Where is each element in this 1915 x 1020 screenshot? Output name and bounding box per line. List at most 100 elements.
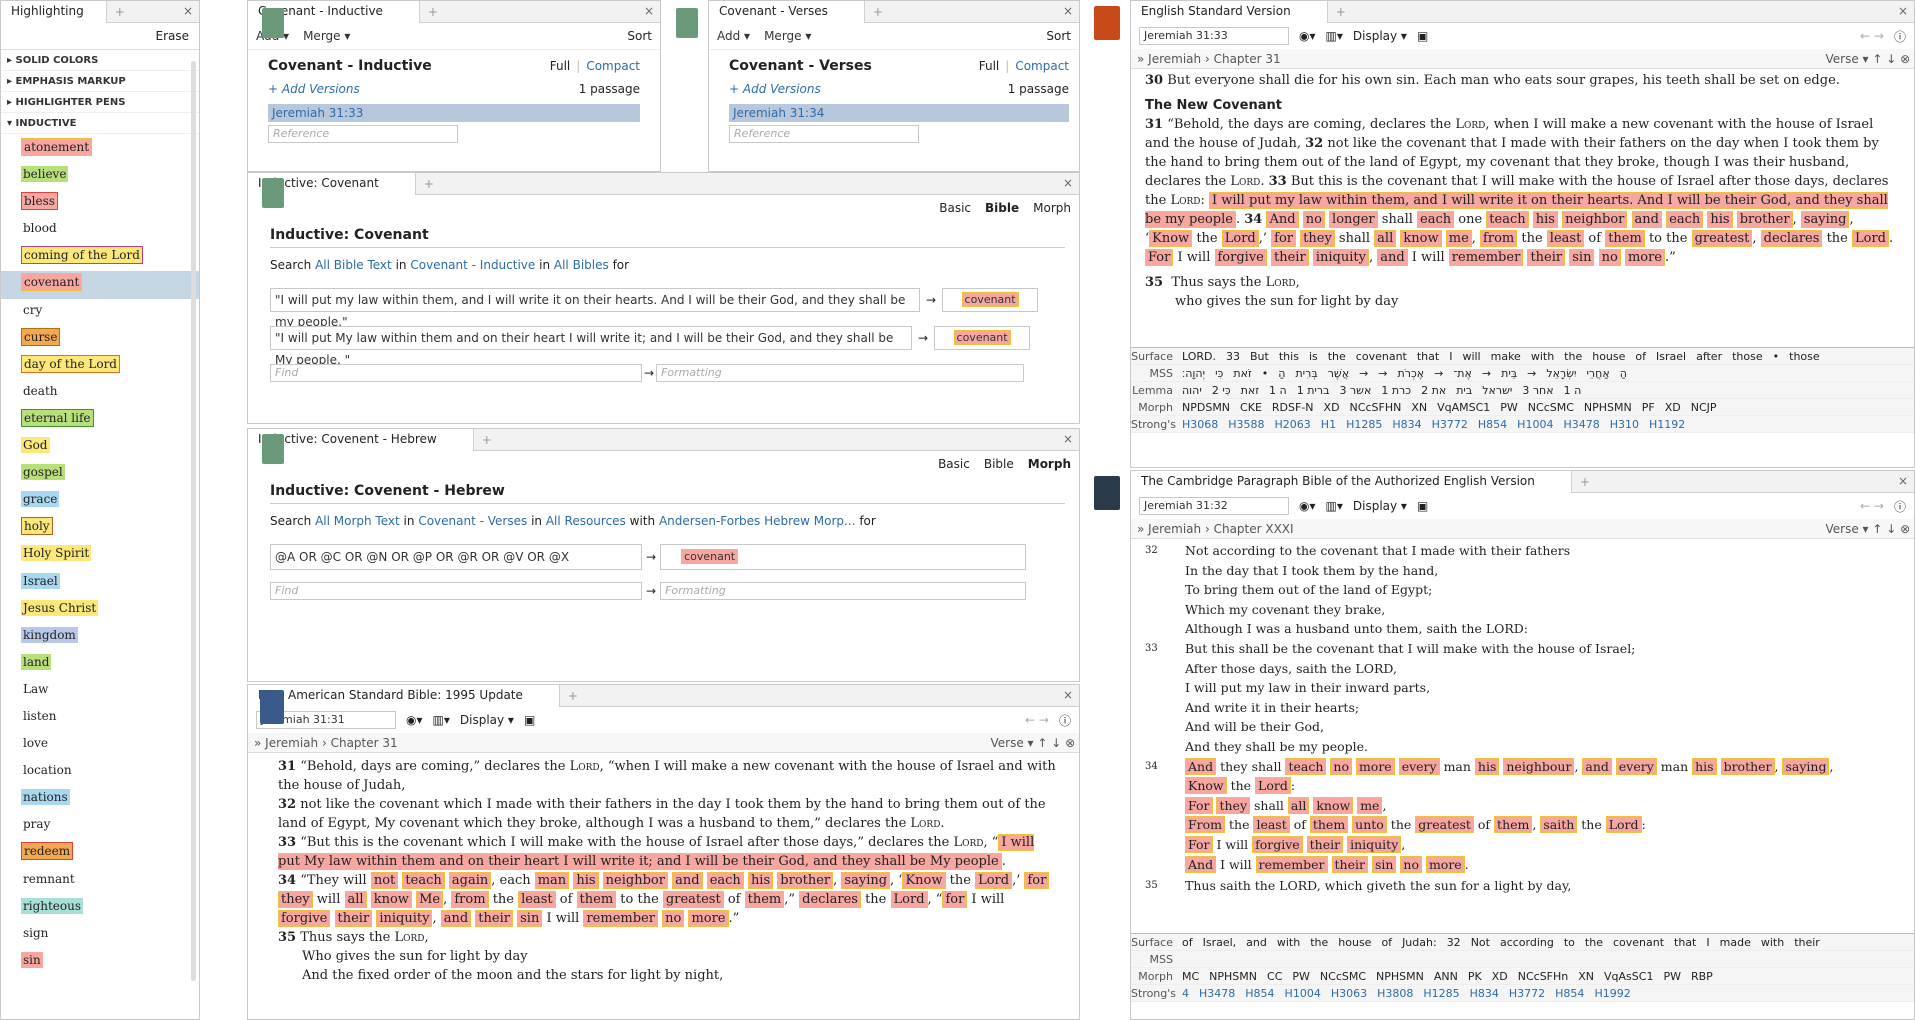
interlinear-cell[interactable]: זאת xyxy=(1236,384,1264,397)
query-input[interactable]: "I will put My law within them and on th… xyxy=(270,326,912,367)
interlinear-cell[interactable]: H3772 xyxy=(1427,418,1473,431)
interlinear-cell[interactable]: 4 xyxy=(1177,987,1194,1000)
interlinear-cell[interactable]: with xyxy=(1526,350,1559,363)
interlinear-cell[interactable]: Not xyxy=(1466,936,1495,949)
erase-button[interactable]: Erase xyxy=(1,23,199,49)
interlinear-cell[interactable]: house xyxy=(1587,350,1630,363)
interlinear-cell[interactable]: • xyxy=(1257,367,1274,380)
interlinear-cell[interactable]: Israel, xyxy=(1198,936,1242,949)
highlight-group[interactable]: ▸ SOLID COLORS xyxy=(1,50,199,71)
interlinear-cell[interactable]: CKE xyxy=(1235,401,1267,414)
highlight-style-item[interactable]: Jesus Christ xyxy=(1,597,199,624)
merge-menu[interactable]: Merge ▾ xyxy=(303,29,350,43)
highlight-style-item[interactable]: day of the Lord xyxy=(1,353,199,380)
highlight-style-item[interactable]: location xyxy=(1,759,199,786)
interlinear-cell[interactable]: הַ xyxy=(1273,367,1290,380)
interlinear-cell[interactable]: after xyxy=(1691,350,1727,363)
interlinear-cell[interactable]: house xyxy=(1333,936,1376,949)
interlinear-cell[interactable]: covenant xyxy=(1608,936,1669,949)
interlinear-cell[interactable]: NCcSMC xyxy=(1523,401,1579,414)
interlinear-cell[interactable]: H2063 xyxy=(1270,418,1316,431)
interlinear-cell[interactable]: H834 xyxy=(1465,987,1504,1000)
interlinear-cell[interactable]: → xyxy=(1522,367,1541,380)
interlinear-cell[interactable]: ה 1 xyxy=(1559,384,1587,397)
highlight-style-item[interactable]: curse xyxy=(1,326,199,353)
query-input[interactable]: "I will put my law within them, and I wi… xyxy=(270,288,920,329)
morph-tab[interactable]: Morph xyxy=(1028,457,1071,471)
highlight-group[interactable]: ▸ EMPHASIS MARKUP xyxy=(1,71,199,92)
interlinear-cell[interactable]: of xyxy=(1630,350,1651,363)
interlinear-cell[interactable]: PF xyxy=(1637,401,1660,414)
add-versions-link[interactable]: + Add Versions xyxy=(268,82,360,96)
verse-menu[interactable]: Verse ▾ ↑ ↓ ⊗ xyxy=(991,736,1080,750)
interlinear-cell[interactable]: H3772 xyxy=(1504,987,1550,1000)
interlinear-cell[interactable]: I xyxy=(1444,350,1457,363)
interlinear-cell[interactable]: H310 xyxy=(1605,418,1644,431)
interlinear-cell[interactable]: RDSF-N xyxy=(1267,401,1319,414)
interlinear-cell[interactable]: NPHSMN xyxy=(1579,401,1637,414)
interlinear-cell[interactable]: יִשְׂרָאֵל xyxy=(1541,367,1581,380)
interlinear-cell[interactable]: → xyxy=(1354,367,1373,380)
notes-icon[interactable]: ▣ xyxy=(1417,499,1428,513)
full-button[interactable]: Full xyxy=(979,59,1000,73)
interlinear-cell[interactable]: אֶכְרֹת xyxy=(1393,367,1430,380)
reference-box[interactable]: Jeremiah 31:33 xyxy=(1139,27,1289,45)
interlinear-cell[interactable]: this xyxy=(1274,350,1304,363)
interlinear-cell[interactable]: with xyxy=(1272,936,1305,949)
highlight-style-select[interactable]: covenant xyxy=(660,544,1027,570)
basic-tab[interactable]: Basic xyxy=(938,457,970,471)
interlinear-cell[interactable]: H854 xyxy=(1550,987,1589,1000)
interlinear-cell[interactable]: XD xyxy=(1319,401,1345,414)
highlight-style-select[interactable]: covenant xyxy=(934,326,1031,350)
tab-covenant-verses[interactable]: Covenant - Verses xyxy=(709,1,865,23)
interlinear-cell[interactable]: CC xyxy=(1262,970,1287,983)
verse-menu[interactable]: Verse ▾ ↑ ↓ ⊗ xyxy=(1826,522,1915,536)
interlinear-cell[interactable]: PW xyxy=(1287,970,1315,983)
interlinear-cell[interactable]: 32 xyxy=(1442,936,1466,949)
interlinear-cell[interactable]: that xyxy=(1412,350,1444,363)
interlinear-cell[interactable]: NCcSFHN xyxy=(1345,401,1407,414)
interlinear-cell[interactable]: XD xyxy=(1660,401,1686,414)
interlinear-cell[interactable]: אַחֲרֵי xyxy=(1581,367,1614,380)
highlight-style-item[interactable]: coming of the Lord xyxy=(1,244,199,271)
interlinear-cell[interactable]: VqAsSC1 xyxy=(1599,970,1658,983)
close-icon[interactable]: × xyxy=(1063,432,1073,446)
interlinear-cell[interactable]: LORD. xyxy=(1177,350,1221,363)
interlinear-cell[interactable]: is xyxy=(1304,350,1323,363)
bible-tab[interactable]: Bible xyxy=(984,457,1014,471)
cambridge-book-icon[interactable] xyxy=(1094,476,1120,510)
add-tab-icon[interactable]: + xyxy=(107,5,133,19)
interlinear-cell[interactable]: those xyxy=(1784,350,1825,363)
interlinear-cell[interactable]: H3063 xyxy=(1326,987,1372,1000)
notes-icon[interactable]: ▣ xyxy=(1417,29,1428,43)
formatting-select[interactable]: Formatting xyxy=(660,582,1027,600)
find-input[interactable]: Find xyxy=(270,364,642,382)
nasb-book-icon[interactable] xyxy=(260,690,284,724)
highlight-style-item[interactable]: Israel xyxy=(1,570,199,597)
highlight-style-item[interactable]: listen xyxy=(1,705,199,732)
interlinear-cell[interactable]: כִּי 2 xyxy=(1207,384,1236,397)
interlinear-cell[interactable]: covenant xyxy=(1351,350,1412,363)
highlight-style-item[interactable]: sin xyxy=(1,949,199,976)
resource-link[interactable]: All Resources xyxy=(546,514,626,528)
morph-tab[interactable]: Morph xyxy=(1033,201,1071,215)
interlinear-cell[interactable]: H1285 xyxy=(1341,418,1387,431)
interlinear-cell[interactable]: Judah: xyxy=(1397,936,1442,949)
formatting-select[interactable]: Formatting xyxy=(656,364,1025,382)
interlinear-cell[interactable]: H1992 xyxy=(1589,987,1635,1000)
compact-button[interactable]: Compact xyxy=(586,59,640,73)
info-icon[interactable]: ⓘ xyxy=(1894,28,1906,45)
interlinear-cell[interactable]: NPHSMN xyxy=(1204,970,1262,983)
interlinear-cell[interactable]: H1 xyxy=(1316,418,1341,431)
interlinear-cell[interactable]: → xyxy=(1429,367,1448,380)
close-icon[interactable]: × xyxy=(644,4,654,18)
interlinear-cell[interactable]: ANN xyxy=(1429,970,1463,983)
interlinear-cell[interactable]: H3068 xyxy=(1177,418,1223,431)
passage-list-icon[interactable] xyxy=(676,8,698,38)
interlinear-cell[interactable]: MC xyxy=(1177,970,1204,983)
highlight-style-item[interactable]: believe xyxy=(1,163,199,190)
highlight-style-item[interactable]: eternal life xyxy=(1,407,199,434)
reference-input[interactable]: Reference xyxy=(729,125,919,143)
interlinear-cell[interactable]: יְהוָה׃ xyxy=(1177,367,1210,380)
highlight-style-item[interactable]: grace xyxy=(1,488,199,515)
